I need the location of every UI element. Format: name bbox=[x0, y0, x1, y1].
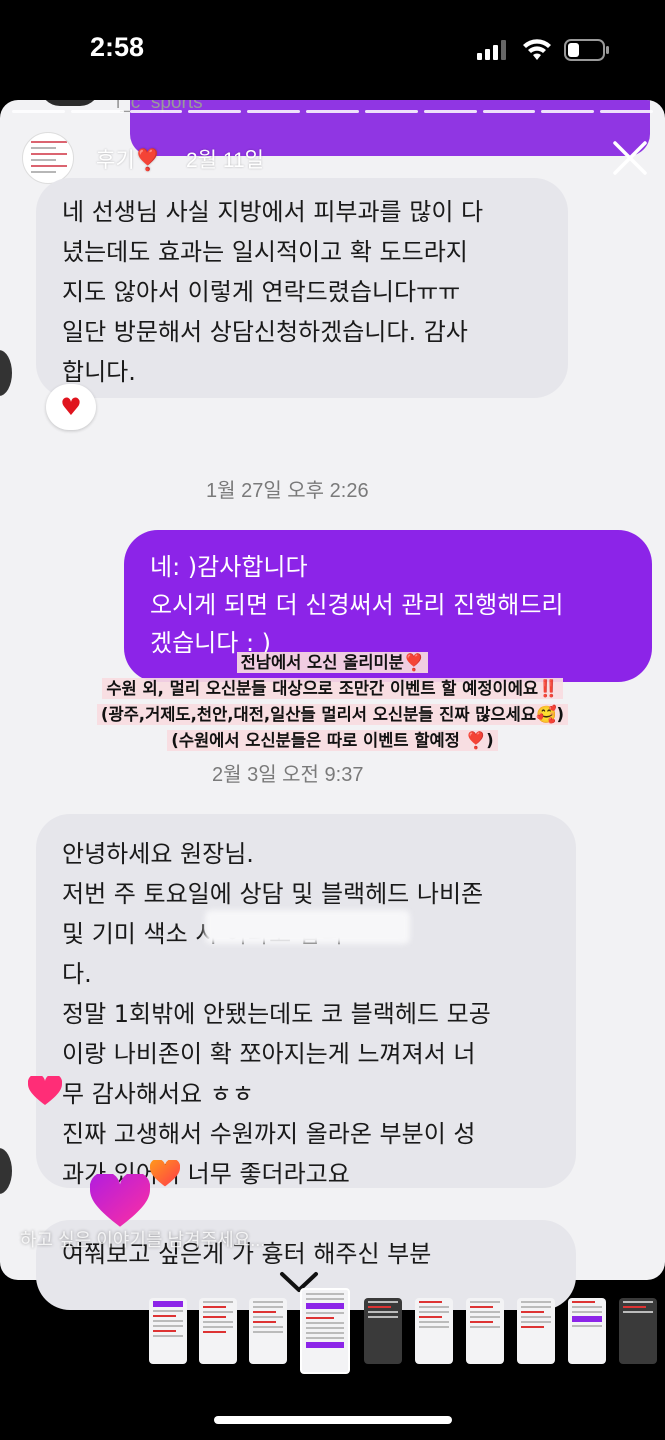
story-thumbnail[interactable] bbox=[568, 1298, 606, 1364]
story-avatar[interactable] bbox=[22, 132, 74, 184]
caption-line: (광주,거제도,천안,대전,일산들 멀리서 오신분들 진짜 많으세요🥰) bbox=[96, 704, 569, 725]
story-thumbnail[interactable] bbox=[364, 1298, 402, 1364]
floating-heart-icon bbox=[150, 1160, 180, 1187]
close-icon[interactable] bbox=[610, 138, 650, 178]
story-thumbnail[interactable] bbox=[149, 1298, 187, 1364]
story-progress-bar bbox=[12, 110, 653, 114]
story-thumbnail[interactable] bbox=[619, 1298, 657, 1364]
message-timestamp: 2월 3일 오전 9:37 bbox=[212, 764, 364, 786]
censor-blur bbox=[205, 910, 410, 944]
story-thumbnail[interactable] bbox=[249, 1298, 287, 1364]
floating-heart-icon bbox=[28, 1076, 62, 1105]
story-title: 후기❣️ bbox=[96, 149, 161, 172]
caption-line: 수원 외, 멀리 오신분들 대상으로 조만간 이벤트 할 예정이에요‼️ bbox=[102, 678, 563, 699]
heart-reaction-icon: ♥ bbox=[46, 384, 96, 430]
story-thumbnail[interactable] bbox=[466, 1298, 504, 1364]
home-indicator[interactable] bbox=[214, 1416, 452, 1424]
peek-avatar bbox=[40, 100, 100, 106]
story-thumbnail-active[interactable] bbox=[300, 1288, 350, 1374]
message-timestamp: 1월 27일 오후 2:26 bbox=[206, 480, 369, 502]
caption-line: 전남에서 오신 올리미분❣️ bbox=[236, 652, 429, 673]
wifi-icon bbox=[523, 39, 551, 60]
floating-heart-icon bbox=[90, 1174, 150, 1227]
signal-icon bbox=[477, 40, 506, 60]
story-thumbnail-strip bbox=[0, 1288, 665, 1384]
incoming-message: 안녕하세요 원장님. 저번 주 토요일에 상담 및 블랙헤드 나비존 및 기미 … bbox=[36, 814, 576, 1188]
battery-icon bbox=[564, 39, 609, 61]
caption-line: (수원에서 오신분들은 따로 이벤트 할예정 ❣️) bbox=[167, 730, 498, 751]
story-thumbnail[interactable] bbox=[199, 1298, 237, 1364]
incoming-message: 네 선생님 사실 지방에서 피부과를 많이 다 녔는데도 효과는 일시적이고 확… bbox=[36, 178, 568, 398]
status-bar: 2:58 bbox=[0, 0, 665, 98]
story-date: 2월 11일 bbox=[186, 149, 264, 172]
story-thumbnail[interactable] bbox=[517, 1298, 555, 1364]
story-caption: 전남에서 오신 올리미분❣️ 수원 외, 멀리 오신분들 대상으로 조만간 이벤… bbox=[0, 650, 665, 754]
story-thumbnail[interactable] bbox=[415, 1298, 453, 1364]
status-time: 2:58 bbox=[90, 32, 145, 62]
